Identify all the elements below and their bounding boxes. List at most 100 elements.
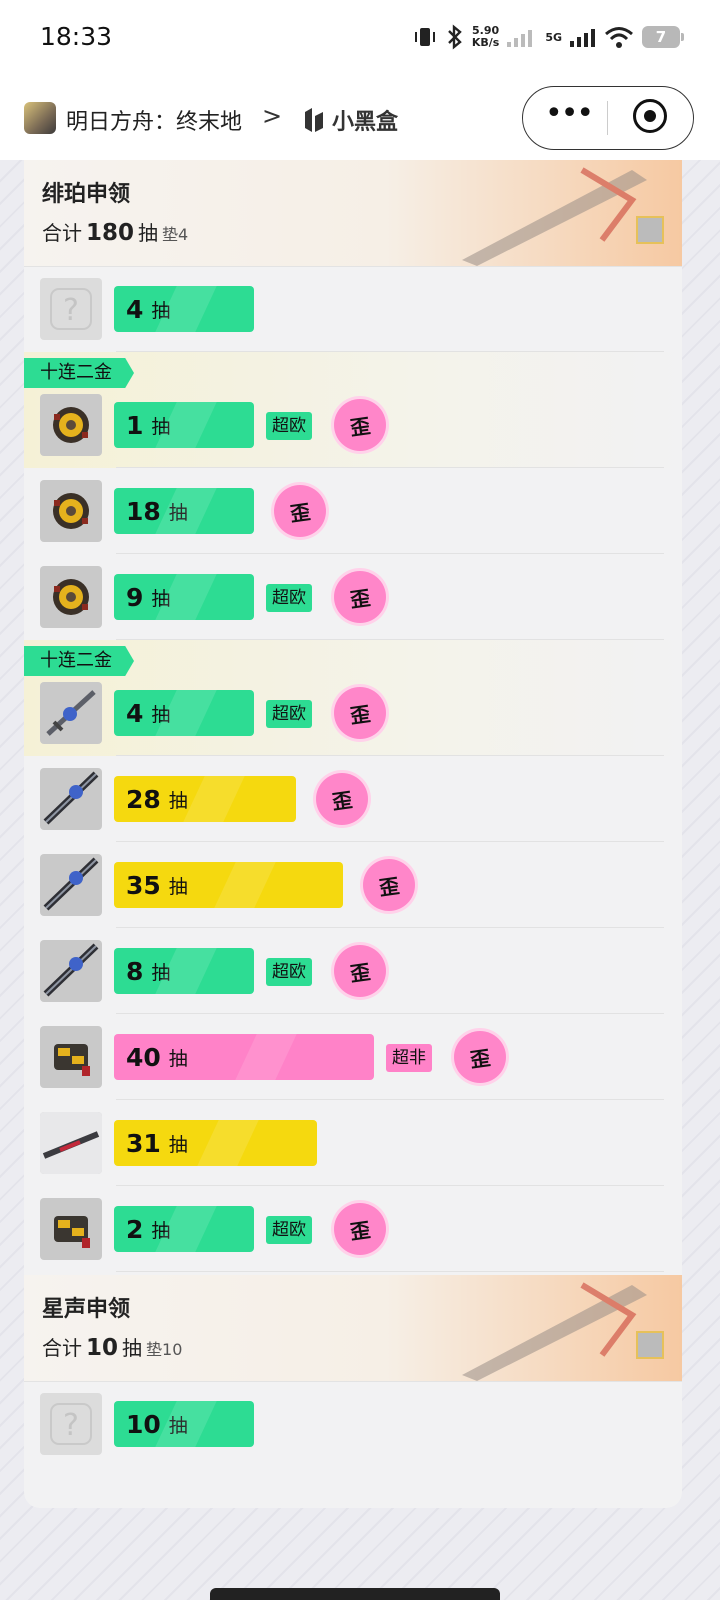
pull-count: 35	[126, 870, 161, 900]
off-banner-badge: 歪	[363, 859, 415, 911]
off-banner-label: 歪	[330, 787, 354, 814]
gold-relic-icon	[53, 579, 89, 615]
off-banner-badge: 歪	[274, 485, 326, 537]
pull-record-row[interactable]: 4 抽超欧 歪	[24, 670, 682, 756]
vibrate-icon	[414, 28, 435, 46]
gacha-record-card: 绯珀申领 合计 180 抽垫4? 4 抽十连二金 1 抽超欧歪 18 抽歪 9 抽超欧歪十连二金 4 抽超…	[24, 160, 682, 1508]
total-pulls: 10	[86, 1335, 119, 1361]
network-type: 5G	[545, 30, 562, 44]
pull-record-row[interactable]: 9 抽超欧歪	[24, 554, 682, 640]
pull-count: 8	[126, 956, 144, 986]
luck-tag: 超欧	[266, 412, 312, 440]
pull-count-bar: 4抽	[114, 286, 254, 332]
total-prefix: 合计	[42, 221, 82, 245]
banner-total: 合计 180 抽垫4	[42, 217, 188, 246]
brand-logo: 小黑盒	[302, 104, 398, 136]
app-title[interactable]: 明日方舟：终末地	[66, 104, 242, 136]
pull-record-row[interactable]: 35 抽 歪	[24, 842, 682, 928]
gold-gauntlet-icon	[54, 1216, 90, 1248]
unknown-item-icon: ?	[50, 288, 92, 330]
item-icon-frame	[40, 1112, 102, 1174]
unknown-item-icon: ?	[50, 1403, 92, 1445]
pull-count: 1	[126, 410, 144, 440]
gold-relic-icon	[53, 493, 89, 529]
pull-record-row[interactable]: ? 4 抽	[24, 266, 682, 352]
crimson-blade-icon	[40, 1112, 102, 1174]
item-icon-frame: ?	[40, 278, 102, 340]
pull-count: 28	[126, 784, 161, 814]
pull-unit: 抽	[151, 1219, 171, 1242]
item-icon-frame: ?	[40, 1393, 102, 1455]
off-banner-label: 歪	[348, 413, 372, 440]
item-icon-frame	[40, 480, 102, 542]
pull-count: 10	[126, 1409, 161, 1439]
off-banner-badge: 歪	[334, 399, 386, 451]
network-speed: 5.90 KB/s	[472, 25, 499, 49]
item-icon-frame	[40, 1198, 102, 1260]
banner-thumbnail[interactable]	[636, 216, 664, 244]
pull-count-bar: 8抽	[114, 948, 254, 994]
pull-count-bar: 35 抽	[114, 862, 343, 908]
pull-count-bar: 2抽	[114, 1206, 254, 1252]
pity-count: 垫4	[162, 225, 189, 244]
banner-name: 绯珀申领	[42, 182, 131, 207]
pull-record-row[interactable]: 8 抽超欧歪	[24, 928, 682, 1014]
pull-record-row[interactable]: 28 抽 歪	[24, 756, 682, 842]
pull-count-bar: 31 抽	[114, 1120, 317, 1166]
pull-record-row[interactable]: 2 抽超欧歪	[24, 1186, 682, 1272]
pull-unit: 抽	[168, 875, 188, 898]
blue-sword-icon	[43, 857, 99, 911]
pull-count-bar: 4抽	[114, 690, 254, 736]
blue-sword-icon	[43, 771, 99, 825]
item-icon-frame	[40, 394, 102, 456]
off-banner-badge: 歪	[454, 1031, 506, 1083]
pull-unit: 抽	[168, 1047, 188, 1070]
off-banner-badge: 歪	[334, 1203, 386, 1255]
pull-record-row[interactable]: ? 10 抽	[24, 1381, 682, 1467]
luck-tag: 超欧	[266, 584, 312, 612]
off-banner-label: 歪	[348, 701, 372, 728]
pull-unit: 抽	[151, 299, 171, 322]
pull-unit: 抽	[168, 789, 188, 812]
gold-relic-icon	[53, 407, 89, 443]
pull-record-row[interactable]: 40 抽 超非 歪	[24, 1014, 682, 1100]
off-banner-label: 歪	[348, 585, 372, 612]
luck-tag: 超欧	[266, 1216, 312, 1244]
luck-tag: 超欧	[266, 700, 312, 728]
status-bar: 18:33 5.90 KB/s 5G 7	[0, 0, 720, 76]
svg-text:?: ?	[63, 293, 79, 328]
banner-header: 星声申领 合计 10 抽垫10	[24, 1275, 682, 1381]
banner-thumbnail[interactable]	[636, 1331, 664, 1359]
pull-count: 9	[126, 582, 144, 612]
svg-text:?: ?	[63, 1408, 79, 1443]
signal-strong-icon	[570, 29, 595, 47]
heybox-logo-icon	[305, 108, 323, 132]
pull-count: 40	[126, 1042, 161, 1072]
pull-count: 18	[126, 496, 161, 526]
more-options-button[interactable]: •••	[545, 99, 594, 135]
capsule-divider	[607, 101, 608, 135]
app-avatar[interactable]	[24, 102, 56, 134]
item-icon-frame	[40, 768, 102, 830]
pull-unit: 抽	[168, 501, 188, 524]
off-banner-label: 歪	[377, 873, 401, 900]
mini-program-navbar: 明日方舟：终末地 > 小黑盒 •••	[0, 76, 720, 160]
pull-count-bar: 40 抽	[114, 1034, 374, 1080]
banner-name: 星声申领	[42, 1297, 131, 1322]
blue-blade-icon	[46, 690, 96, 736]
pull-record-row[interactable]: 31 抽	[24, 1100, 682, 1186]
banner-art-icon	[462, 167, 647, 266]
close-target-button[interactable]	[633, 99, 667, 133]
off-banner-badge: 歪	[334, 571, 386, 623]
off-banner-label: 歪	[348, 959, 372, 986]
pull-record-row[interactable]: 18 抽 歪	[24, 468, 682, 554]
home-indicator	[210, 1588, 500, 1600]
mini-program-capsule: •••	[522, 86, 694, 150]
pull-count: 4	[126, 698, 144, 728]
blue-sword-icon	[43, 943, 99, 997]
battery-indicator: 7	[642, 26, 684, 48]
item-icon-frame	[40, 682, 102, 744]
total-prefix: 合计	[42, 1336, 82, 1360]
pull-record-row[interactable]: 1 抽超欧歪	[24, 382, 682, 468]
chevron-right-icon[interactable]: >	[262, 102, 282, 130]
